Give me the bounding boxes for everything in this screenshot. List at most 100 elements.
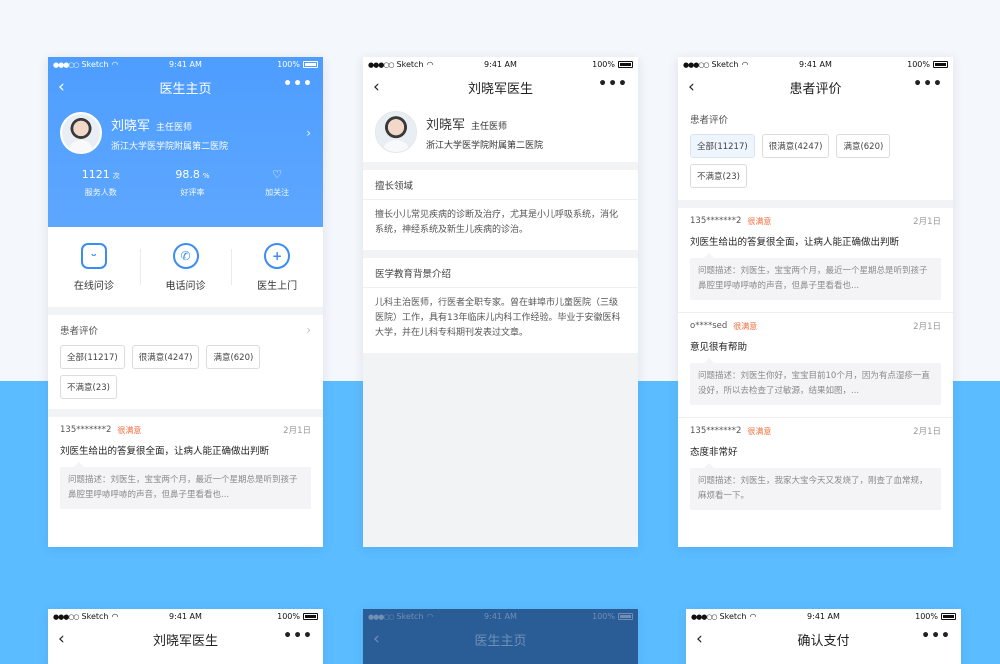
signal-icon: ●●●○○ (683, 60, 710, 69)
back-icon[interactable]: ‹ (58, 629, 65, 649)
review-item[interactable]: 135*******2 很满意 2月1日 态度非常好 问题描述：刘医生，我家大宝… (678, 417, 953, 510)
chevron-right-icon: › (306, 323, 311, 337)
review-date: 2月1日 (913, 217, 941, 227)
back-icon[interactable]: ‹ (373, 77, 380, 97)
page-title: 医生主页 (474, 633, 527, 649)
tag-unsatisfied[interactable]: 不满意(23) (60, 375, 117, 399)
specialty-heading: 擅长领域 (363, 170, 638, 200)
screen-patient-reviews: ●●●○○ Sketch ◠ 9:41 AM 100% ‹ 患者评价 ••• 患者评… (678, 57, 953, 547)
back-icon[interactable]: ‹ (688, 77, 695, 97)
page-title: 确认支付 (797, 633, 850, 649)
wifi-icon: ◠ (111, 612, 119, 621)
doctor-visit-icon: + (264, 242, 291, 269)
review-item[interactable]: 135*******2 很满意 2月1日 刘医生给出的答复很全面，让病人能正确做… (48, 409, 323, 509)
back-icon[interactable]: ‹ (696, 629, 703, 649)
page-title: 医生主页 (159, 81, 212, 97)
review-user: 135*******2 (60, 425, 112, 435)
battery-percent: 100% (277, 60, 300, 69)
review-badge: 很满意 (747, 426, 772, 436)
screen-doctor-home-dimmed: ●●●○○ Sketch ◠ 9:41 AM 100% ‹ 医生主页 (363, 609, 638, 664)
status-bar: ●●●○○ Sketch ◠ 9:41 AM 100% (48, 609, 323, 624)
nav-bar: ‹ 患者评价 ••• (678, 72, 953, 102)
more-icon[interactable]: ••• (921, 628, 951, 644)
phone-icon: ✆ (172, 242, 199, 269)
review-badge: 很满意 (747, 216, 772, 226)
page-title: 患者评价 (789, 81, 842, 97)
screen-confirm-payment: ●●●○○ Sketch ◠ 9:41 AM 100% ‹ 确认支付 ••• (686, 609, 961, 664)
review-user: 135*******2 (690, 216, 742, 226)
service-home-visit[interactable]: + 医生上门 (231, 227, 323, 307)
doctor-profile-row[interactable]: 刘晓军 主任医师 浙江大学医学院附属第二医院 › (48, 102, 323, 164)
page-title: 刘晓军医生 (152, 633, 218, 649)
status-bar: ●●●○○ Sketch ◠ 9:41 AM 100% (363, 57, 638, 72)
wifi-icon: ◠ (426, 60, 434, 69)
review-date: 2月1日 (913, 322, 941, 332)
service-online-consult[interactable]: ᵕ 在线问诊 (48, 227, 140, 307)
wifi-icon: ◠ (749, 612, 757, 621)
review-date: 2月1日 (913, 427, 941, 437)
stat-rating: 98.8% 好评率 (175, 168, 210, 197)
more-icon[interactable]: ••• (283, 628, 313, 644)
back-icon[interactable]: ‹ (58, 77, 65, 97)
status-bar: ●●●○○ Sketch ◠ 9:41 AM 100% (48, 57, 323, 72)
review-badge: 很满意 (733, 321, 758, 331)
profile-header: ●●●○○ Sketch ◠ 9:41 AM 100% ‹ 医生主页 ••• 刘晓军… (48, 57, 323, 227)
more-icon[interactable]: ••• (913, 76, 943, 92)
review-item[interactable]: o****sed 很满意 2月1日 意见很有帮助 问题描述：刘医生你好，宝宝目前… (678, 312, 953, 405)
screen-doctor-detail-partial: ●●●○○ Sketch ◠ 9:41 AM 100% ‹ 刘晓军医生 ••• (48, 609, 323, 664)
review-filter-tags: 全部(11217) 很满意(4247) 满意(620) 不满意(23) (678, 134, 953, 200)
more-icon[interactable]: ••• (283, 76, 313, 92)
tag-satisfied[interactable]: 满意(620) (206, 345, 261, 369)
follow-button[interactable]: ♡ 加关注 (265, 168, 289, 198)
reviews-header[interactable]: 患者评价 › (60, 315, 311, 345)
review-item[interactable]: 135*******2 很满意 2月1日 刘医生给出的答复很全面，让病人能正确做… (678, 208, 953, 300)
tag-satisfied[interactable]: 满意(620) (836, 134, 891, 158)
tag-all[interactable]: 全部(11217) (690, 134, 755, 158)
nav-bar: ‹ 医生主页 ••• (48, 72, 323, 102)
battery-icon (933, 61, 948, 68)
wifi-icon: ◠ (426, 612, 434, 621)
doctor-name: 刘晓军 (426, 117, 466, 133)
back-icon[interactable]: ‹ (373, 629, 380, 649)
tag-all[interactable]: 全部(11217) (60, 345, 125, 369)
page-title: 刘晓军医生 (467, 81, 533, 97)
chat-icon: ᵕ (80, 242, 107, 269)
chevron-right-icon: › (306, 126, 311, 140)
review-filter-tags: 全部(11217) 很满意(4247) 满意(620) 不满意(23) (60, 345, 311, 409)
status-bar: ●●●○○ Sketch ◠ 9:41 AM 100% (678, 57, 953, 72)
education-text: 儿科主治医师，行医者全职专家。曾在蚌埠市儿童医院（三级医院）工作，具有13年临床… (363, 288, 638, 353)
nav-bar: ‹ 医生主页 (363, 624, 638, 654)
status-bar: ●●●○○ Sketch ◠ 9:41 AM 100% (363, 609, 638, 624)
tag-unsatisfied[interactable]: 不满意(23) (690, 164, 747, 188)
more-icon[interactable]: ••• (598, 76, 628, 92)
battery-icon (303, 613, 318, 620)
battery-icon (303, 61, 318, 68)
review-title: 意见很有帮助 (690, 342, 748, 353)
tag-very-satisfied[interactable]: 很满意(4247) (761, 134, 830, 158)
service-phone-consult[interactable]: ✆ 电话问诊 (139, 227, 232, 307)
stats-row: 1121 次 服务人数 98.8% 好评率 ♡ 加关注 (48, 168, 323, 198)
avatar (375, 111, 417, 153)
review-date: 2月1日 (283, 426, 311, 436)
wifi-icon: ◠ (111, 60, 119, 69)
status-bar: ●●●○○ Sketch ◠ 9:41 AM 100% (686, 609, 961, 624)
specialty-text: 擅长小儿常见疾病的诊断及治疗，尤其是小儿呼吸系统，消化系统，神经系统及新生儿疾病… (363, 200, 638, 250)
doctor-profile-row: 刘晓军 主任医师 浙江大学医学院附属第二医院 (363, 102, 638, 162)
wifi-icon: ◠ (741, 60, 749, 69)
battery-icon (618, 613, 633, 620)
carrier-label: Sketch (81, 60, 109, 69)
review-desc: 问题描述：刘医生，宝宝两个月，最近一个星期总是听到孩子鼻腔里呼哧呼哧的声音，但鼻… (60, 462, 311, 509)
nav-bar: ‹ 刘晓军医生 ••• (363, 72, 638, 102)
signal-icon: ●●●○○ (368, 60, 395, 69)
doctor-name: 刘晓军 (111, 118, 151, 134)
review-desc: 问题描述：刘医生你好，宝宝目前10个月，因为有点湿疹一直没好，所以去检查了过敏源… (690, 358, 941, 405)
review-title: 态度非常好 (690, 447, 738, 458)
battery-icon (941, 613, 956, 620)
screen-doctor-home: ●●●○○ Sketch ◠ 9:41 AM 100% ‹ 医生主页 ••• 刘晓军… (48, 57, 323, 547)
tag-very-satisfied[interactable]: 很满意(4247) (131, 345, 200, 369)
review-desc: 问题描述：刘医生，宝宝两个月，最近一个星期总是听到孩子鼻腔里呼哧呼哧的声音，但鼻… (690, 253, 941, 300)
review-user: o****sed (690, 321, 728, 331)
doctor-title: 主任医师 (156, 122, 193, 133)
review-user: 135*******2 (690, 426, 742, 436)
review-title: 刘医生给出的答复很全面，让病人能正确做出判断 (690, 237, 900, 248)
